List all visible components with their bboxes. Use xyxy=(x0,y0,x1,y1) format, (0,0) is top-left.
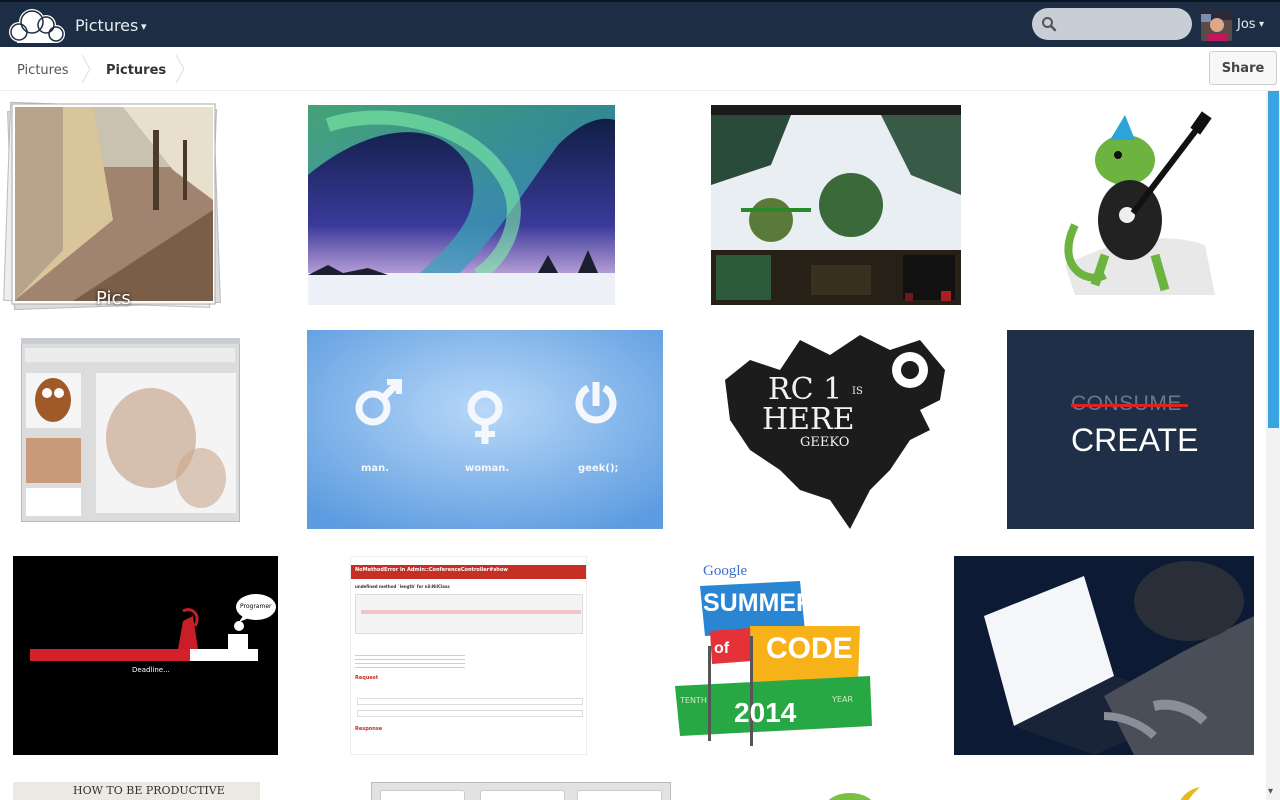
photo-how-to-be-productive[interactable]: HOW TO BE PRODUCTIVE xyxy=(13,782,260,800)
geeko-guitar-image xyxy=(1064,111,1215,295)
photo-geeko-guitar[interactable] xyxy=(1015,105,1241,305)
error-param-box xyxy=(357,698,583,705)
year-number: 2014 xyxy=(734,697,797,728)
kxstitch-image xyxy=(21,338,240,522)
strike-line xyxy=(1071,404,1188,407)
share-button[interactable]: Share xyxy=(1209,51,1277,85)
gallery-grid: Pics man. woman. geek(); RC 1 IS HERE GE… xyxy=(0,91,1266,800)
rc1-line2: IS xyxy=(852,386,863,397)
photo-rc1-geeko[interactable]: RC 1 IS HERE GEEKO xyxy=(720,330,950,529)
photo-consume-create[interactable]: CONSUME CREATE xyxy=(1007,330,1254,529)
error-trace xyxy=(355,652,465,670)
breadcrumb-item-current[interactable]: Pictures xyxy=(106,63,166,78)
field-box xyxy=(577,790,662,800)
of-text: of xyxy=(714,640,730,657)
app-menu-title[interactable]: Pictures xyxy=(75,16,138,35)
yellow-leaf-image xyxy=(1180,787,1200,800)
productive-text: HOW TO BE PRODUCTIVE xyxy=(73,784,225,797)
photo-hacker-laptop[interactable] xyxy=(954,556,1254,755)
album-pics[interactable]: Pics xyxy=(3,100,221,311)
error-code-box xyxy=(355,594,583,634)
hacker-laptop-image xyxy=(954,556,1254,755)
deadline-image xyxy=(30,594,276,661)
deadline-caption: Deadline... xyxy=(132,666,170,674)
rc1-line4: GEEKO xyxy=(800,435,850,450)
user-name[interactable]: Jos xyxy=(1237,17,1256,32)
scrollbar-thumb[interactable] xyxy=(1268,91,1279,428)
app-menu-caret-icon[interactable]: ▾ xyxy=(141,20,147,33)
scroll-down-icon[interactable]: ▾ xyxy=(1268,786,1273,797)
breadcrumb-separator-icon xyxy=(175,54,185,84)
album-thumbnail xyxy=(3,101,221,311)
gender-symbols-image xyxy=(307,330,663,529)
green-circle xyxy=(825,793,875,800)
breadcrumb-separator-icon xyxy=(81,54,91,84)
google-text: Google xyxy=(703,563,748,579)
photo-deadline[interactable]: Programer Deadline... xyxy=(13,556,278,755)
user-menu-caret-icon[interactable]: ▾ xyxy=(1259,19,1264,30)
rc1-line3: HERE xyxy=(762,402,855,437)
response-heading: Response xyxy=(355,726,383,732)
avatar[interactable] xyxy=(1201,10,1232,41)
photo-aurora[interactable] xyxy=(308,105,615,305)
owncloud-logo-icon[interactable] xyxy=(5,7,67,45)
photo-green-logo[interactable] xyxy=(820,791,880,800)
error-param-box xyxy=(357,710,583,717)
field-box xyxy=(480,790,565,800)
woman-label: woman. xyxy=(465,463,510,474)
bubble-text: Programer xyxy=(240,603,272,610)
man-label: man. xyxy=(361,463,390,474)
create-text: CREATE xyxy=(1071,422,1199,458)
error-highlight-line xyxy=(361,610,581,614)
breadcrumb-item-root[interactable]: Pictures xyxy=(17,63,68,78)
album-label: Pics xyxy=(96,288,131,309)
field-box xyxy=(380,790,465,800)
aurora-image xyxy=(308,105,615,305)
error-subtitle: undefined method `length' for nil:NilCla… xyxy=(355,584,450,589)
search-icon xyxy=(1042,17,1057,32)
year-word: YEAR xyxy=(832,695,853,704)
breadcrumb: Pictures Pictures xyxy=(0,47,1280,91)
tenth-text: TENTH xyxy=(680,696,707,705)
photo-gender-symbols[interactable]: man. woman. geek(); xyxy=(307,330,663,529)
photo-game-screenshot[interactable] xyxy=(711,105,961,305)
geek-label: geek(); xyxy=(578,463,619,474)
summer-text: SUMMER xyxy=(703,589,815,617)
photo-error-page[interactable]: NoMethodError in Admin::ConferenceContro… xyxy=(350,556,587,755)
photo-kxstitch-screenshot[interactable] xyxy=(21,338,240,522)
photo-gsoc-2014[interactable]: Google SUMMER of CODE TENTH 2014 YEAR xyxy=(660,556,880,755)
request-heading: Request xyxy=(355,675,379,681)
game-image xyxy=(711,105,961,305)
photo-yellow-logo[interactable] xyxy=(1170,786,1210,800)
error-title: NoMethodError in Admin::ConferenceContro… xyxy=(355,567,508,573)
photo-settings-screenshot[interactable] xyxy=(371,782,671,800)
code-text: CODE xyxy=(766,632,853,665)
